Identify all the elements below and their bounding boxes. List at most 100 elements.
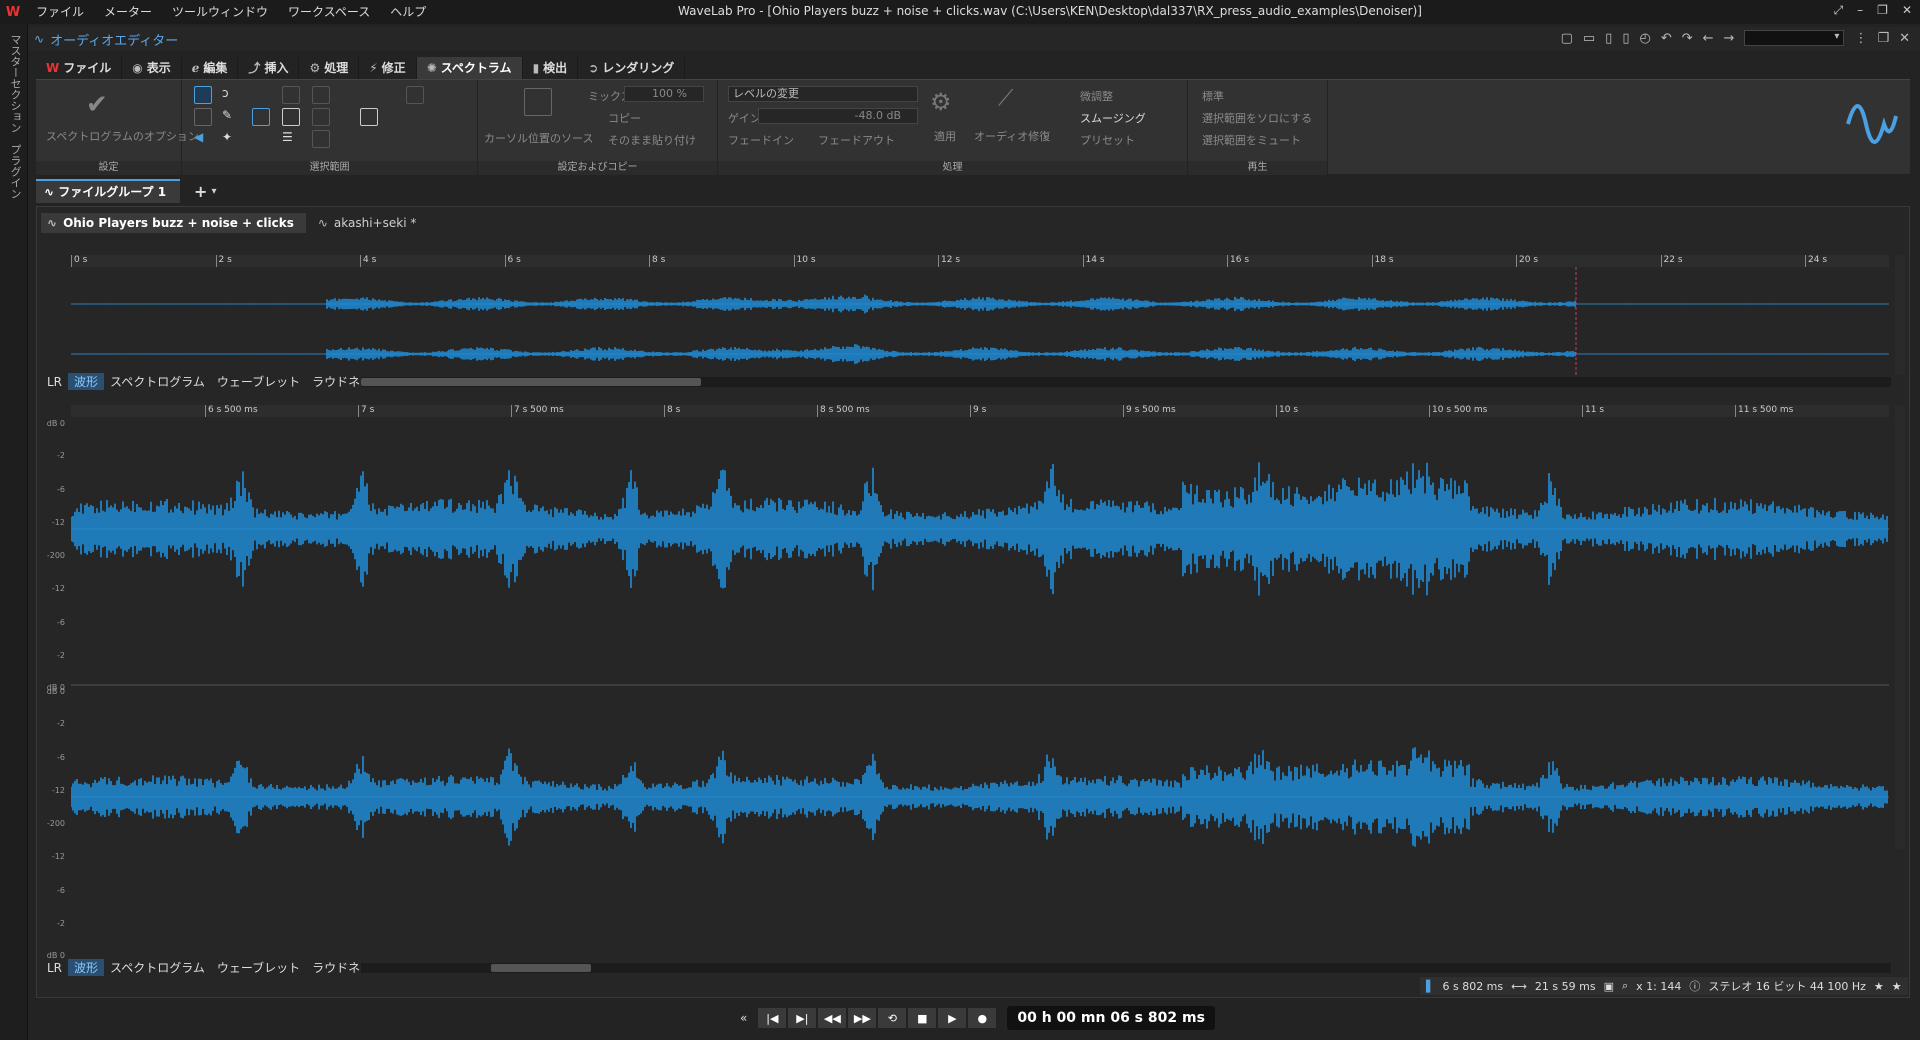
shape-icon[interactable] [252, 108, 270, 126]
preset-button[interactable]: プリセット [1080, 132, 1135, 148]
close-icon[interactable]: ✕ [1902, 3, 1912, 18]
overview-scrollbar[interactable] [361, 377, 1891, 387]
new-file-icon[interactable]: ▢ [1561, 31, 1573, 46]
app-logo[interactable]: W [0, 5, 26, 20]
save-as-icon[interactable]: ▯ [1622, 31, 1629, 46]
magic-wand-icon[interactable]: ✦ [222, 130, 240, 148]
brush-icon[interactable]: ✎ [222, 108, 240, 126]
smoothing-button[interactable]: スムージング [1080, 110, 1146, 126]
tab-edit[interactable]: ℯ 編集 [182, 57, 239, 79]
play-button[interactable]: ▶ [937, 1007, 968, 1029]
main-scrollbar[interactable] [361, 963, 1891, 973]
stop-button[interactable]: ■ [907, 1007, 938, 1029]
scroll-thumb[interactable] [361, 378, 701, 386]
layout-menu-icon[interactable]: ⋮ [1854, 31, 1867, 46]
tab-insert[interactable]: ⤴ 挿入 [238, 57, 300, 79]
level-change-select[interactable]: レベルの変更 [728, 86, 918, 102]
goto-end-button[interactable]: ▶| [787, 1007, 818, 1029]
zoom-level[interactable]: x 1: 144 [1636, 980, 1681, 993]
rect-icon[interactable] [360, 108, 378, 126]
cursor-position[interactable]: 6 s 802 ms [1442, 980, 1503, 993]
wavelet-mode[interactable]: ウェーブレット [211, 373, 306, 390]
waveform-mode[interactable]: 波形 [68, 373, 105, 390]
undo-icon[interactable]: ↶ [1661, 31, 1672, 46]
history-select[interactable]: ▾ [1744, 30, 1845, 46]
wavelet-mode[interactable]: ウェーブレット [211, 959, 306, 976]
doc-tab-ohio[interactable]: ∿ Ohio Players buzz + noise + clicks [41, 213, 306, 233]
star-icon[interactable]: ★ [1892, 980, 1902, 993]
timecode-display[interactable]: 00 h 00 mn 06 s 802 ms [1007, 1006, 1215, 1030]
record-button[interactable]: ● [967, 1007, 998, 1029]
collapse-icon[interactable]: « [740, 1011, 747, 1025]
open-folder-icon[interactable]: ▭ [1583, 31, 1595, 46]
chevron-down-icon[interactable]: ▾ [211, 186, 216, 197]
loop-button[interactable]: ⟲ [877, 1007, 908, 1029]
save-icon[interactable]: ▯ [1605, 31, 1612, 46]
lr-label[interactable]: LR [41, 961, 68, 975]
plugins-tab[interactable]: プラグイン [7, 144, 23, 199]
fade-in-button[interactable]: フェードイン [728, 132, 794, 148]
paste-button[interactable]: そのまま貼り付け [608, 132, 696, 148]
main-waveform[interactable] [71, 419, 1889, 851]
close-editor-icon[interactable]: ✕ [1899, 31, 1910, 46]
goto-start-button[interactable]: |◀ [757, 1007, 788, 1029]
speaker-icon[interactable]: ◀ [194, 130, 212, 148]
menu-help[interactable]: ヘルプ [380, 0, 436, 24]
tab-detect[interactable]: ▮ 検出 [523, 57, 579, 79]
star-icon[interactable]: ★ [1874, 980, 1884, 993]
tab-process[interactable]: ⚙ 処理 [299, 57, 360, 79]
gain-input[interactable]: -48.0 dB [758, 108, 918, 124]
restore-icon[interactable]: ⤢ [1834, 3, 1844, 18]
tab-view[interactable]: ◉ 表示 [122, 57, 182, 79]
standard-radio[interactable]: 標準 [1202, 88, 1224, 104]
audio-format[interactable]: ステレオ 16 ビット 44 100 Hz [1708, 978, 1866, 994]
tab-file[interactable]: W ファイル [36, 57, 123, 79]
cursor-source-icon[interactable] [524, 88, 552, 116]
grid-select-icon[interactable] [282, 108, 300, 126]
menu-workspace[interactable]: ワークスペース [278, 0, 380, 24]
rect-select-icon[interactable] [194, 108, 212, 126]
menu-meter[interactable]: メーター [94, 0, 162, 24]
tab-repair[interactable]: ⚡ 修正 [359, 57, 417, 79]
tab-render[interactable]: ➲ レンダリング [578, 57, 686, 79]
file-group-tab[interactable]: ∿ ファイルグループ 1 [36, 179, 181, 203]
audio-repair-button[interactable]: オーディオ修復 [974, 128, 1050, 144]
cursor-source-button[interactable]: カーソル位置のソース [484, 130, 593, 146]
copy-region-icon[interactable] [406, 86, 424, 104]
menu-tool-windows[interactable]: ツールウィンドウ [162, 0, 278, 24]
history-icon[interactable]: ◴ [1639, 31, 1650, 46]
frame-icon[interactable] [312, 130, 330, 148]
float-window-icon[interactable]: ❐ [1877, 31, 1889, 46]
forward-button[interactable]: ▶▶ [847, 1007, 878, 1029]
spectrogram-mode[interactable]: スペクトログラム [104, 959, 211, 976]
spectrogram-mode[interactable]: スペクトログラム [104, 373, 211, 390]
main-vertical-scrollbar[interactable] [1895, 405, 1905, 849]
scroll-thumb[interactable] [491, 964, 591, 972]
tab-spectrum[interactable]: ✺ スペクトラム [416, 57, 523, 79]
mute-selection-radio[interactable]: 選択範囲をミュート [1202, 132, 1301, 148]
redo-icon[interactable]: ↷ [1682, 31, 1693, 46]
align-icon[interactable] [282, 86, 300, 104]
back-arrow-icon[interactable]: ← [1703, 31, 1714, 46]
overview-waveform[interactable] [71, 267, 1889, 381]
audio-length[interactable]: 21 s 59 ms [1535, 980, 1596, 993]
lasso-icon[interactable]: ↄ [222, 86, 240, 104]
lr-label[interactable]: LR [41, 375, 68, 389]
master-section-tab[interactable]: マスターセクション [7, 34, 23, 133]
forward-arrow-icon[interactable]: → [1724, 31, 1735, 46]
invert-icon[interactable] [312, 108, 330, 126]
copy-button[interactable]: コピー [608, 110, 641, 126]
apply-button[interactable]: 適用 [934, 128, 956, 144]
solo-selection-radio[interactable]: 選択範囲をソロにする [1202, 110, 1312, 126]
maximize-icon[interactable]: ❐ [1877, 3, 1888, 18]
spectrogram-options-button[interactable]: スペクトログラムのオプション [46, 128, 199, 144]
mix-input[interactable]: 100 % [624, 86, 704, 102]
main-timeline[interactable]: 6 s 500 ms 7 s 7 s 500 ms 8 s 8 s 500 ms 9 s 9… [71, 405, 1889, 417]
waveform-mode[interactable]: 波形 [68, 959, 105, 976]
menu-file[interactable]: ファイル [26, 0, 94, 24]
overview-vertical-scrollbar[interactable] [1895, 255, 1905, 375]
doc-tab-akashi[interactable]: ∿ akashi+seki * [312, 213, 429, 233]
overview-timeline[interactable]: 0 s 2 s 4 s 6 s 8 s 10 s 12 s 14 s 16 s 18 s 20 s 2… [71, 255, 1889, 267]
zoom-select-icon[interactable] [312, 86, 330, 104]
tools-icon[interactable]: ☰ [282, 130, 300, 148]
